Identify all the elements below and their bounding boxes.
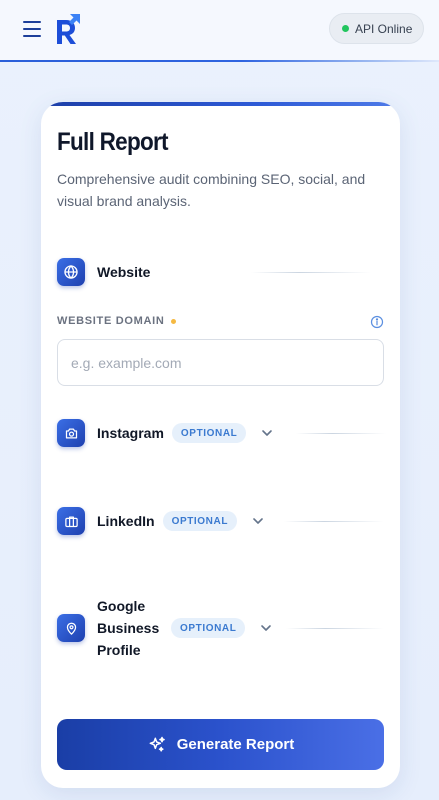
linkedin-section-label: LinkedIn (97, 513, 155, 529)
optional-badge: OPTIONAL (171, 618, 246, 638)
full-report-card: Full Report Comprehensive audit combinin… (41, 102, 400, 788)
section-divider (286, 628, 384, 629)
website-domain-input[interactable] (57, 339, 384, 386)
generate-report-label: Generate Report (176, 736, 295, 753)
page-subtitle: Comprehensive audit combining SEO, socia… (57, 171, 366, 209)
linkedin-section-header[interactable]: LinkedIn OPTIONAL (57, 507, 265, 535)
api-status-badge: API Online (329, 13, 424, 44)
optional-badge: OPTIONAL (171, 423, 247, 443)
website-section-label: Website (97, 264, 151, 280)
instagram-section-header[interactable]: Instagram OPTIONAL (57, 419, 274, 447)
status-dot-icon (342, 25, 349, 32)
camera-icon (57, 419, 85, 447)
page-title: Full Report (57, 128, 169, 156)
map-pin-icon (57, 614, 85, 642)
hamburger-menu-icon[interactable] (23, 19, 43, 39)
optional-badge: OPTIONAL (162, 511, 238, 531)
website-domain-label: WEBSITE DOMAIN (57, 315, 176, 327)
section-divider (284, 521, 384, 522)
chevron-down-icon[interactable] (259, 621, 273, 635)
api-status-label: API Online (355, 21, 413, 36)
sparkles-icon (149, 736, 165, 752)
globe-icon (57, 258, 85, 286)
briefcase-icon (57, 507, 85, 535)
chevron-down-icon[interactable] (260, 426, 274, 440)
top-bar: API Online (0, 0, 439, 62)
section-divider (296, 433, 386, 434)
app-logo[interactable] (55, 12, 81, 46)
chevron-down-icon[interactable] (251, 514, 265, 528)
required-dot-icon (170, 318, 176, 324)
generate-report-button[interactable]: Generate Report (57, 719, 384, 770)
instagram-section-label: Instagram (97, 425, 164, 441)
website-domain-label-text: WEBSITE DOMAIN (57, 315, 165, 327)
google-business-section-header[interactable]: Google Business Profile OPTIONAL (57, 595, 273, 661)
section-divider (251, 272, 371, 273)
header-divider (0, 60, 439, 62)
google-business-section-label: Google Business Profile (97, 598, 160, 658)
info-icon[interactable] (370, 315, 384, 329)
card-accent-bar (41, 102, 400, 106)
website-section-header: Website (57, 258, 150, 286)
